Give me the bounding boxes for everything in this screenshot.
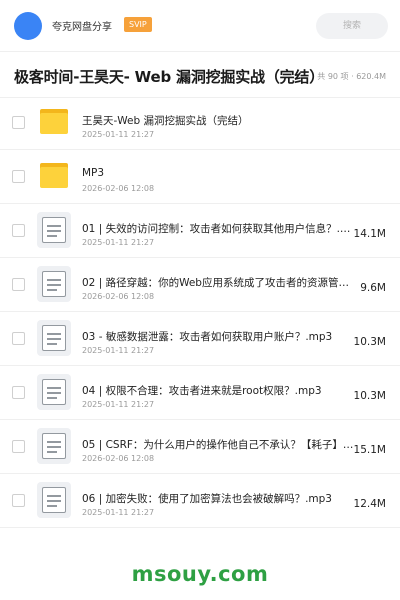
svip-badge: SVIP [124,17,152,32]
file-size: 9.6M [360,282,386,294]
item-count: 共 90 项 · 620.4M [317,72,386,81]
file-date: 2025-01-11 21:27 [82,508,155,517]
row-checkbox[interactable] [12,386,25,399]
folder-header: 极客时间-王昊天- Web 漏洞挖掘实战（完结） 共 90 项 · 620.4M [0,52,400,98]
avatar[interactable] [14,12,42,40]
row-checkbox[interactable] [12,440,25,453]
list-item[interactable]: 04 | 权限不合理：攻击者进来就是root权限？.mp3 2025-01-11… [0,366,400,420]
file-date: 2025-01-11 21:27 [82,346,155,355]
file-name: 06 | 加密失败：使用了加密算法也会被破解吗？.mp3 [82,493,332,505]
folder-icon [40,163,68,188]
list-item[interactable]: 06 | 加密失败：使用了加密算法也会被破解吗？.mp3 2025-01-11 … [0,474,400,528]
row-checkbox[interactable] [12,170,25,183]
row-checkbox[interactable] [12,224,25,237]
file-date: 2025-01-11 21:27 [82,400,155,409]
file-name: 01 | 失效的访问控制：攻击者如何获取其他用户信息？.mp3 [82,223,354,235]
file-name: 04 | 权限不合理：攻击者进来就是root权限？.mp3 [82,385,322,397]
file-date: 2026-02-06 12:08 [82,292,155,301]
file-size: 12.4M [353,498,386,510]
row-checkbox[interactable] [12,494,25,507]
top-bar: 夸克网盘分享 SVIP 搜索 [0,0,400,52]
file-date: 2026-02-06 12:08 [82,184,155,193]
file-name: 02 | 路径穿越：你的Web应用系统成了攻击者的资源管理器？.mp3 [82,277,354,289]
row-checkbox[interactable] [12,278,25,291]
audio-file-icon [37,320,71,356]
list-item[interactable]: 01 | 失效的访问控制：攻击者如何获取其他用户信息？.mp3 2025-01-… [0,204,400,258]
audio-file-icon [37,374,71,410]
user-name: 夸克网盘分享 [52,22,112,33]
file-size: 10.3M [353,390,386,402]
file-name: 王昊天-Web 漏洞挖掘实战（完结） [82,115,249,127]
file-size: 14.1M [353,228,386,240]
page-title: 极客时间-王昊天- Web 漏洞挖掘实战（完结） [14,68,325,86]
file-name: MP3 [82,167,105,179]
watermark: msouy.com [131,562,269,586]
audio-file-icon [37,212,71,248]
file-name: 05 | CSRF：为什么用户的操作他自己不承认？【耗子】.mp3 [82,439,354,451]
file-list: 王昊天-Web 漏洞挖掘实战（完结） 2025-01-11 21:27 MP3 … [0,96,400,528]
list-item[interactable]: 王昊天-Web 漏洞挖掘实战（完结） 2025-01-11 21:27 [0,96,400,150]
audio-file-icon [37,482,71,518]
file-size: 10.3M [353,336,386,348]
row-checkbox[interactable] [12,332,25,345]
list-item[interactable]: 05 | CSRF：为什么用户的操作他自己不承认？【耗子】.mp3 2026-0… [0,420,400,474]
file-date: 2025-01-11 21:27 [82,238,155,247]
file-date: 2026-02-06 12:08 [82,454,155,463]
list-item[interactable]: MP3 2026-02-06 12:08 [0,150,400,204]
file-size: 15.1M [353,444,386,456]
file-date: 2025-01-11 21:27 [82,130,155,139]
row-checkbox[interactable] [12,116,25,129]
audio-file-icon [37,266,71,302]
search-input[interactable]: 搜索 [316,13,388,39]
list-item[interactable]: 02 | 路径穿越：你的Web应用系统成了攻击者的资源管理器？.mp3 2026… [0,258,400,312]
folder-icon [40,109,68,134]
audio-file-icon [37,428,71,464]
list-item[interactable]: 03 - 敏感数据泄露：攻击者如何获取用户账户？.mp3 2025-01-11 … [0,312,400,366]
file-name: 03 - 敏感数据泄露：攻击者如何获取用户账户？.mp3 [82,331,333,343]
